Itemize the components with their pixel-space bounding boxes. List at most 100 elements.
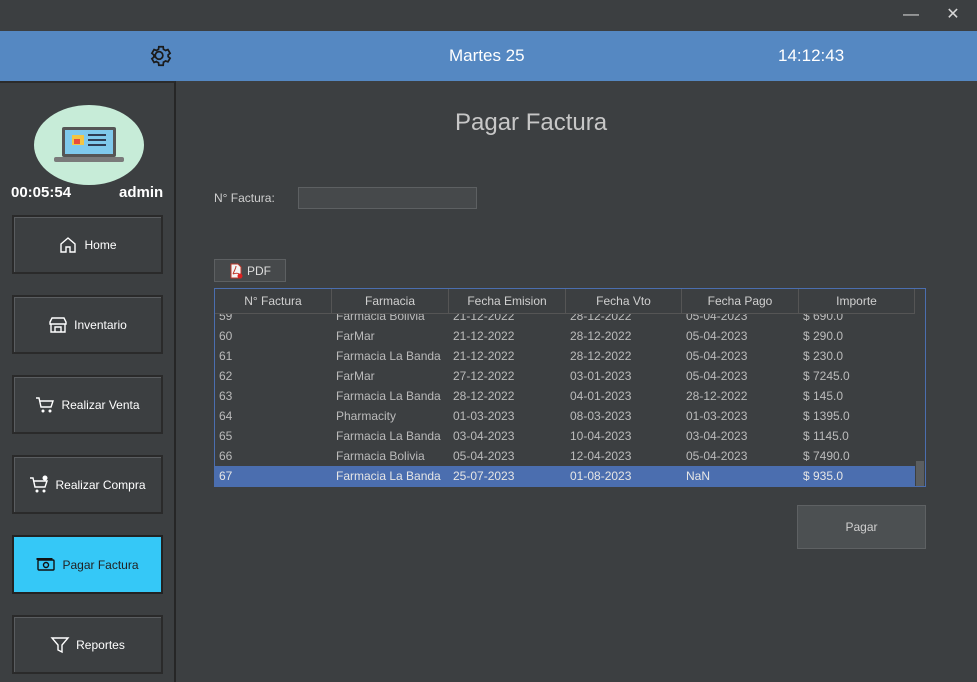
- column-header-amount[interactable]: Importe: [799, 289, 915, 313]
- table-cell: 10-04-2023: [570, 429, 632, 443]
- table-cell: 01-03-2023: [686, 409, 748, 423]
- table-cell: NaN: [686, 469, 711, 483]
- table-cell: 05-04-2023: [686, 329, 748, 343]
- window-titlebar: — ✕: [0, 0, 977, 31]
- table-cell: 01-08-2023: [570, 469, 632, 483]
- nav-inventario-label: Inventario: [74, 317, 127, 332]
- table-cell: 03-01-2023: [570, 369, 632, 383]
- cart-icon: [36, 396, 55, 412]
- table-cell: 28-12-2022: [686, 389, 748, 403]
- home-icon: [60, 236, 77, 253]
- table-row[interactable]: 62 FarMar 27-12-2022 03-01-2023 05-04-2023 $ …: [215, 366, 915, 386]
- pdf-export-button[interactable]: PDF: [214, 259, 286, 282]
- table-cell: $ 7245.0: [803, 369, 850, 383]
- invoice-number-input[interactable]: [298, 187, 477, 209]
- table-cell: 05-04-2023: [453, 449, 515, 463]
- table-row[interactable]: 65 Farmacia La Banda 03-04-2023 10-04-2023 0…: [215, 426, 915, 446]
- table-cell: $ 1395.0: [803, 409, 850, 423]
- header-bar: Martes 25 14:12:43: [0, 31, 977, 81]
- table-cell: 04-01-2023: [570, 389, 632, 403]
- table-cell: 05-04-2023: [686, 369, 748, 383]
- current-day: Martes 25: [449, 46, 525, 65]
- invoice-number-label: N° Factura:: [214, 191, 275, 205]
- nav-pagar-factura-button[interactable]: Pagar Factura: [12, 535, 163, 594]
- table-row[interactable]: 61 Farmacia La Banda 21-12-2022 28-12-2022 0…: [215, 346, 915, 366]
- table-cell: Farmacia La Banda: [336, 429, 441, 443]
- table-cell: FarMar: [336, 369, 375, 383]
- column-header-due-date[interactable]: Fecha Vto: [566, 289, 682, 313]
- table-cell: 12-04-2023: [570, 449, 632, 463]
- table-cell: $ 935.0: [803, 469, 844, 483]
- table-cell: Farmacia La Banda: [336, 469, 441, 483]
- table-cell: 67: [219, 469, 233, 483]
- table-cell: 61: [219, 349, 233, 363]
- table-cell: 21-12-2022: [453, 329, 515, 343]
- main-content: Pagar Factura N° Factura: PDF 59 Farmacia…: [176, 81, 977, 682]
- table-row[interactable]: 66 Farmacia Bolivia 05-04-2023 12-04-2023 05…: [215, 446, 915, 466]
- gear-icon[interactable]: [148, 43, 174, 69]
- table-cell: 63: [219, 389, 233, 403]
- table-cell: $ 1145.0: [803, 429, 849, 443]
- table-cell: 28-12-2022: [453, 389, 515, 403]
- table-cell: 08-03-2023: [570, 409, 632, 423]
- filter-icon: [50, 636, 70, 653]
- close-button[interactable]: ✕: [938, 4, 968, 26]
- table-cell: Farmacia La Banda: [336, 349, 441, 363]
- table-cell: $ 145.0: [803, 389, 844, 403]
- table-scrollbar[interactable]: [915, 313, 925, 486]
- laptop-icon: [54, 127, 124, 162]
- nav-reportes-label: Reportes: [76, 637, 125, 652]
- cart-add-icon: [30, 475, 49, 492]
- table-cell: 05-04-2023: [686, 349, 748, 363]
- nav-realizar-compra-button[interactable]: Realizar Compra: [12, 455, 163, 514]
- table-cell: 03-04-2023: [453, 429, 515, 443]
- page-title: Pagar Factura: [455, 109, 608, 136]
- table-cell: 28-12-2022: [570, 329, 632, 343]
- nav-pagar-factura-label: Pagar Factura: [62, 557, 139, 572]
- table-cell: $ 290.0: [803, 329, 844, 343]
- pay-button[interactable]: Pagar: [797, 505, 926, 549]
- table-cell: 01-03-2023: [453, 409, 515, 423]
- table-row[interactable]: 67 Farmacia La Banda 25-07-2023 01-08-2023 N…: [215, 466, 915, 486]
- table-cell: 64: [219, 409, 233, 423]
- username: admin: [119, 184, 164, 201]
- table-row[interactable]: 64 Pharmacity 01-03-2023 08-03-2023 01-03-20…: [215, 406, 915, 426]
- table-cell: Pharmacity: [336, 409, 397, 423]
- sidebar: 00:05:54 admin Home Inventario Realizar …: [0, 81, 176, 682]
- pdf-icon: [230, 263, 243, 278]
- current-time: 14:12:43: [778, 46, 845, 65]
- invoices-table-body: 59 Farmacia Bolivia 21-12-2022 28-12-2022 05…: [215, 306, 915, 486]
- table-cell: 25-07-2023: [453, 469, 515, 483]
- column-header-invoice-number[interactable]: N° Factura: [215, 289, 332, 313]
- store-icon: [49, 316, 67, 333]
- invoices-table-header: N° Factura Farmacia Fecha Emision Fecha …: [215, 289, 915, 314]
- money-icon: [36, 557, 56, 571]
- table-cell: 28-12-2022: [570, 349, 632, 363]
- table-cell: 05-04-2023: [686, 449, 748, 463]
- nav-realizar-venta-button[interactable]: Realizar Venta: [12, 375, 163, 434]
- nav-home-label: Home: [84, 237, 117, 252]
- minimize-button[interactable]: —: [896, 4, 926, 26]
- column-header-issue-date[interactable]: Fecha Emision: [449, 289, 566, 313]
- table-cell: $ 230.0: [803, 349, 844, 363]
- avatar: [34, 105, 144, 185]
- column-header-payment-date[interactable]: Fecha Pago: [682, 289, 799, 313]
- table-cell: 21-12-2022: [453, 349, 515, 363]
- table-cell: 66: [219, 449, 233, 463]
- nav-inventario-button[interactable]: Inventario: [12, 295, 163, 354]
- table-scroll-thumb[interactable]: [916, 461, 924, 486]
- invoices-table[interactable]: 59 Farmacia Bolivia 21-12-2022 28-12-2022 05…: [214, 288, 926, 487]
- nav-home-button[interactable]: Home: [12, 215, 163, 274]
- nav-realizar-compra-label: Realizar Compra: [55, 477, 146, 492]
- column-header-pharmacy[interactable]: Farmacia: [332, 289, 449, 313]
- table-cell: 65: [219, 429, 233, 443]
- table-cell: Farmacia Bolivia: [336, 449, 425, 463]
- nav-reportes-button[interactable]: Reportes: [12, 615, 163, 674]
- table-cell: Farmacia La Banda: [336, 389, 441, 403]
- table-cell: 62: [219, 369, 233, 383]
- pdf-export-label: PDF: [247, 263, 271, 278]
- table-row[interactable]: 60 FarMar 21-12-2022 28-12-2022 05-04-2023 $ …: [215, 326, 915, 346]
- table-cell: 03-04-2023: [686, 429, 748, 443]
- table-row[interactable]: 63 Farmacia La Banda 28-12-2022 04-01-2023 2…: [215, 386, 915, 406]
- table-cell: $ 7490.0: [803, 449, 850, 463]
